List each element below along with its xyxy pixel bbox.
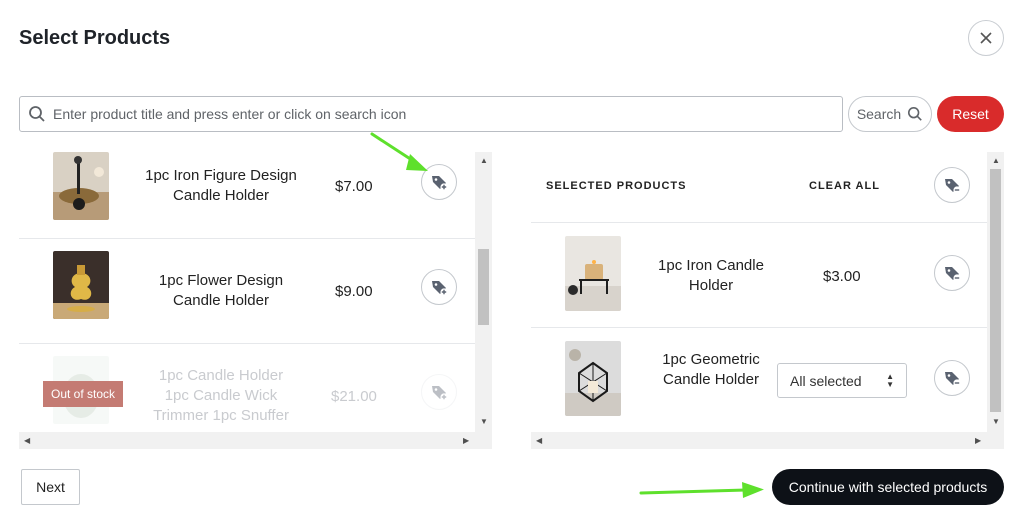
- selected-products-label: SELECTED PRODUCTS: [546, 180, 687, 192]
- search-icon: [28, 105, 46, 123]
- remove-all-button[interactable]: [934, 167, 970, 203]
- tag-plus-icon: [432, 281, 448, 296]
- product-list-vertical-scrollbar[interactable]: ▲ ▼: [475, 152, 492, 432]
- scroll-right-arrow-icon[interactable]: ▶: [463, 437, 469, 445]
- selected-list-horizontal-scrollbar[interactable]: ◀ ▶: [531, 432, 1004, 449]
- product-row: 1pc Flower Design Candle Holder $9.00: [19, 239, 475, 344]
- variant-select[interactable]: All selected ▲ ▼: [777, 363, 907, 398]
- reset-button[interactable]: Reset: [937, 96, 1004, 132]
- search-button[interactable]: Search: [848, 96, 932, 132]
- selected-product-name: 1pc Geometric Candle Holder: [662, 351, 760, 388]
- remove-product-button[interactable]: [934, 360, 970, 396]
- search-box: [19, 96, 843, 132]
- product-image: [53, 251, 109, 319]
- product-image: [53, 152, 109, 220]
- selected-products-header: SELECTED PRODUCTS CLEAR ALL: [531, 152, 987, 223]
- annotation-arrow-icon: [639, 482, 764, 498]
- product-name: 1pc Iron Figure Design Candle Holder: [145, 167, 297, 204]
- scroll-up-arrow-icon[interactable]: ▲: [992, 157, 1000, 165]
- add-product-button[interactable]: [421, 269, 457, 305]
- tag-minus-icon: [945, 372, 961, 387]
- select-arrows-icon: ▲ ▼: [886, 372, 894, 389]
- search-button-label: Search: [856, 106, 902, 122]
- tag-plus-icon: [432, 176, 448, 191]
- close-button[interactable]: [968, 20, 1004, 56]
- clear-all-button[interactable]: CLEAR ALL: [809, 180, 880, 192]
- scroll-up-arrow-icon[interactable]: ▲: [480, 157, 488, 165]
- product-image: [565, 341, 621, 416]
- scroll-left-arrow-icon[interactable]: ◀: [24, 437, 30, 445]
- add-product-button[interactable]: [421, 164, 457, 200]
- close-icon: [980, 32, 992, 44]
- scroll-right-arrow-icon[interactable]: ▶: [975, 437, 981, 445]
- selected-product-row: 1pc Iron Candle Holder $3.00: [531, 223, 987, 328]
- variant-select-value: All selected: [790, 372, 862, 389]
- add-product-button[interactable]: [421, 374, 457, 410]
- product-name: 1pc Candle Holder 1pc Candle Wick Trimme…: [153, 367, 289, 424]
- product-list-panel: 1pc Iron Figure Design Candle Holder $7.…: [19, 152, 492, 449]
- product-row: 1pc Iron Figure Design Candle Holder $7.…: [19, 152, 475, 239]
- scrollbar-thumb[interactable]: [478, 249, 489, 325]
- selected-product-row: 1pc Geometric Candle Holder All selected…: [531, 328, 987, 433]
- out-of-stock-badge: Out of stock: [43, 381, 124, 407]
- modal-title: Select Products: [19, 27, 171, 49]
- product-name: 1pc Flower Design Candle Holder: [158, 272, 284, 309]
- remove-product-button[interactable]: [934, 255, 970, 291]
- tag-minus-icon: [945, 179, 961, 194]
- search-input[interactable]: [53, 106, 823, 122]
- selected-product-name: 1pc Iron Candle Holder: [658, 257, 764, 294]
- tag-plus-icon: [432, 386, 448, 401]
- scroll-down-arrow-icon[interactable]: ▼: [992, 418, 1000, 426]
- continue-with-selected-button[interactable]: Continue with selected products: [772, 469, 1004, 505]
- tag-minus-icon: [945, 267, 961, 282]
- product-image: [565, 236, 621, 311]
- selected-product-price: $3.00: [823, 268, 861, 285]
- search-icon: [908, 106, 922, 121]
- product-price: $9.00: [335, 283, 373, 300]
- product-list-horizontal-scrollbar[interactable]: ◀ ▶: [19, 432, 492, 449]
- product-price: $7.00: [335, 178, 373, 195]
- selected-list-vertical-scrollbar[interactable]: ▲ ▼: [987, 152, 1004, 432]
- scroll-left-arrow-icon[interactable]: ◀: [536, 437, 542, 445]
- selected-products-panel: SELECTED PRODUCTS CLEAR ALL 1pc Iron Can…: [531, 152, 1004, 449]
- product-price: $21.00: [331, 388, 377, 405]
- scroll-down-arrow-icon[interactable]: ▼: [480, 418, 488, 426]
- scrollbar-thumb[interactable]: [990, 169, 1001, 412]
- next-button[interactable]: Next: [21, 469, 80, 505]
